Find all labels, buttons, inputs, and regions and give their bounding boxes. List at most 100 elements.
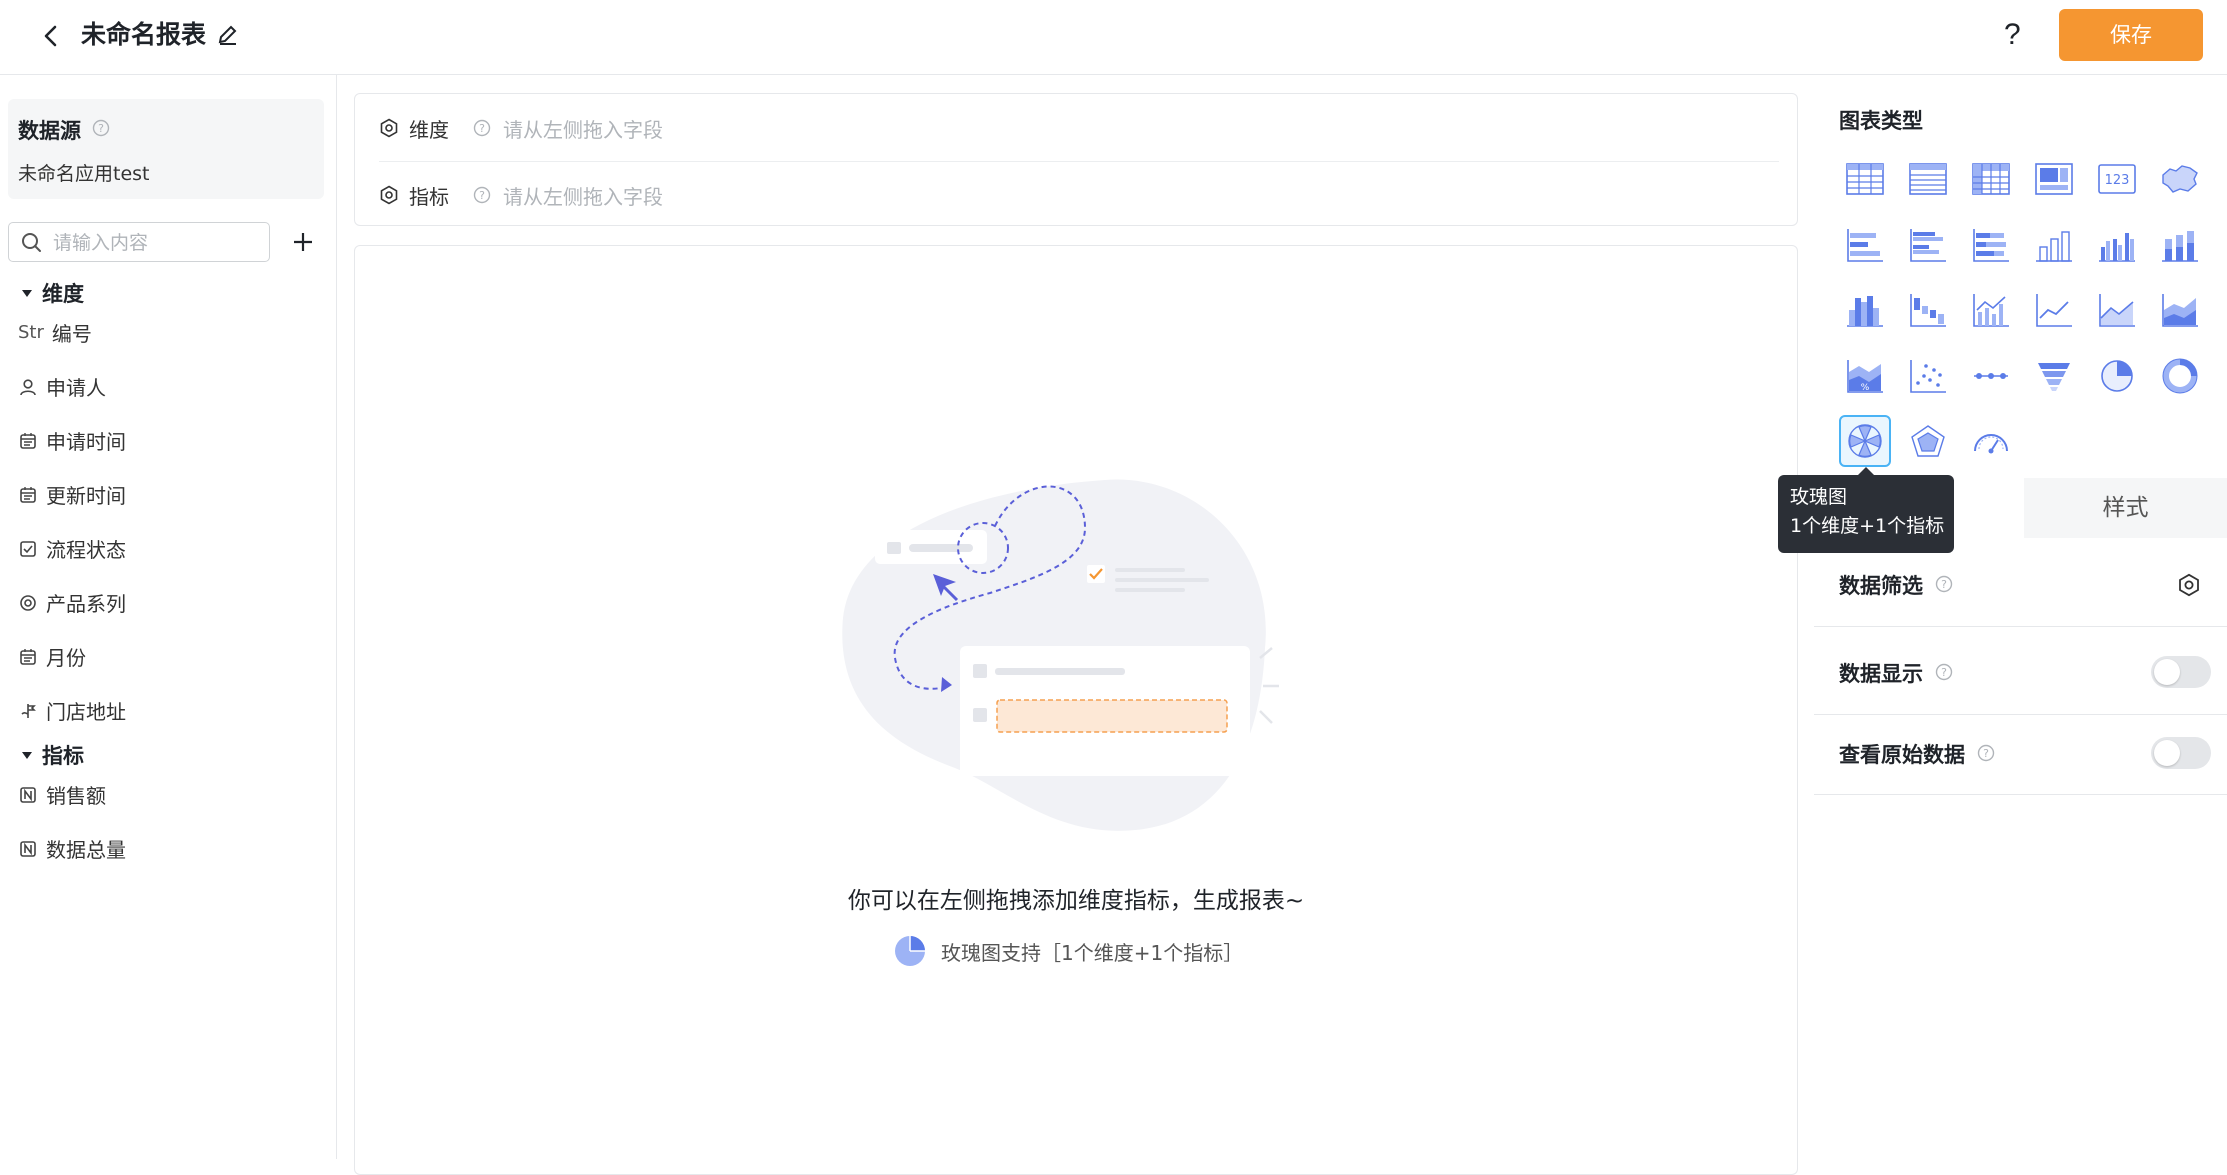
field-search[interactable] bbox=[8, 222, 270, 262]
search-icon bbox=[21, 232, 43, 254]
waterfall-icon[interactable] bbox=[1902, 284, 1954, 336]
toggle-knob bbox=[2154, 659, 2180, 685]
hexagon-settings-icon bbox=[379, 118, 399, 138]
hexagon-settings-icon[interactable] bbox=[2177, 573, 2201, 597]
save-button[interactable]: 保存 bbox=[2059, 9, 2203, 61]
calendar-icon bbox=[18, 431, 38, 451]
radar-chart-icon[interactable] bbox=[1902, 415, 1954, 467]
tab-style[interactable]: 样式 bbox=[2024, 478, 2227, 538]
metric-drop-row[interactable]: 指标 ? 请从左侧拖入字段 bbox=[379, 175, 663, 215]
stacked-bar-icon[interactable] bbox=[1965, 219, 2017, 271]
field-item[interactable]: 销售额 bbox=[18, 780, 106, 809]
dimension-group-header[interactable]: 维度 bbox=[22, 278, 84, 308]
field-item[interactable]: 门店地址 bbox=[18, 696, 126, 725]
field-item[interactable]: 流程状态 bbox=[18, 534, 126, 563]
checkbox-icon bbox=[18, 539, 38, 559]
grouped-bar-icon[interactable] bbox=[1902, 219, 1954, 271]
pie-chart-icon bbox=[893, 934, 927, 968]
scatter-chart-icon[interactable] bbox=[1902, 350, 1954, 402]
field-item[interactable]: 数据总量 bbox=[18, 834, 126, 863]
field-label: 门店地址 bbox=[46, 700, 126, 724]
gauge-chart-icon[interactable] bbox=[1965, 415, 2017, 467]
report-title: 未命名报表 bbox=[81, 20, 207, 49]
percent-area-icon[interactable]: % bbox=[1839, 350, 1891, 402]
card-table-icon[interactable] bbox=[2028, 153, 2080, 205]
svg-text:123: 123 bbox=[2105, 173, 2130, 188]
line-chart-icon[interactable] bbox=[2028, 284, 2080, 336]
funnel-chart-icon[interactable] bbox=[2028, 350, 2080, 402]
data-display-label: 数据显示 bbox=[1839, 662, 1923, 686]
metric-drop-label: 指标 bbox=[409, 184, 449, 209]
edit-pencil-icon[interactable] bbox=[215, 22, 241, 48]
location-icon bbox=[18, 701, 38, 721]
svg-text:?: ? bbox=[479, 189, 485, 202]
donut-chart-icon[interactable] bbox=[2154, 350, 2206, 402]
calendar-icon bbox=[18, 647, 38, 667]
chart-type-title: 图表类型 bbox=[1839, 109, 1923, 133]
chart-support-text: 玫瑰图支持［1个维度+1个指标］ bbox=[941, 940, 1244, 965]
raw-data-row: 查看原始数据 ? bbox=[1814, 714, 2227, 795]
back-arrow-icon[interactable] bbox=[38, 18, 66, 54]
tooltip-title: 玫瑰图 bbox=[1790, 486, 1848, 508]
field-label: 销售额 bbox=[46, 784, 106, 808]
help-circle-icon[interactable]: ? bbox=[1935, 575, 1953, 593]
bar-chart-icon[interactable] bbox=[1839, 219, 1891, 271]
field-item[interactable]: Str 编号 bbox=[18, 318, 92, 347]
help-circle-icon[interactable]: ? bbox=[92, 119, 110, 137]
histogram-icon[interactable] bbox=[1839, 284, 1891, 336]
svg-text:?: ? bbox=[1941, 578, 1947, 591]
help-button[interactable]: ? bbox=[2004, 15, 2021, 55]
pivot-table-icon[interactable] bbox=[1965, 153, 2017, 205]
help-circle-icon[interactable]: ? bbox=[473, 119, 491, 137]
column-chart-icon[interactable] bbox=[2028, 219, 2080, 271]
metric-group-label: 指标 bbox=[42, 744, 84, 768]
add-field-icon[interactable] bbox=[290, 229, 316, 255]
chart-canvas: 你可以在左侧拖拽添加维度指标，生成报表~ 玫瑰图支持［1个维度+1个指标］ bbox=[354, 245, 1798, 1175]
data-display-row: 数据显示 ? bbox=[1814, 626, 2227, 715]
pie-chart-icon[interactable] bbox=[2091, 350, 2143, 402]
data-filter-label: 数据筛选 bbox=[1839, 574, 1923, 598]
dimension-drop-row[interactable]: 维度 ? 请从左侧拖入字段 bbox=[379, 108, 663, 148]
empty-state-illustration bbox=[835, 468, 1295, 848]
stacked-column-icon[interactable] bbox=[2154, 219, 2206, 271]
raw-data-label: 查看原始数据 bbox=[1839, 743, 1965, 767]
top-bar: 未命名报表 ? 保存 bbox=[0, 0, 2227, 75]
stacked-area-icon[interactable] bbox=[2154, 284, 2206, 336]
help-circle-icon[interactable]: ? bbox=[1977, 744, 1995, 762]
help-circle-icon[interactable]: ? bbox=[473, 186, 491, 204]
field-label: 产品系列 bbox=[46, 592, 126, 616]
search-input[interactable] bbox=[51, 229, 265, 257]
string-type-icon: Str bbox=[18, 322, 44, 343]
field-label: 更新时间 bbox=[46, 484, 126, 508]
toggle-knob bbox=[2154, 740, 2180, 766]
field-item[interactable]: 月份 bbox=[18, 642, 86, 671]
field-item[interactable]: 申请时间 bbox=[18, 426, 126, 455]
tooltip-arrow bbox=[1858, 467, 1874, 475]
metric-group-header[interactable]: 指标 bbox=[22, 740, 84, 770]
dimension-drop-placeholder: 请从左侧拖入字段 bbox=[503, 117, 663, 142]
line-column-icon[interactable] bbox=[1965, 284, 2017, 336]
field-item[interactable]: 更新时间 bbox=[18, 480, 126, 509]
help-circle-icon[interactable]: ? bbox=[1935, 663, 1953, 681]
datasource-title: 数据源 bbox=[18, 119, 81, 143]
field-item[interactable]: 产品系列 bbox=[18, 588, 126, 617]
datasource-card[interactable]: 数据源 ? 未命名应用test bbox=[8, 99, 324, 199]
detail-table-icon[interactable] bbox=[1902, 153, 1954, 205]
raw-data-toggle[interactable] bbox=[2151, 737, 2211, 769]
field-label: 申请人 bbox=[46, 376, 106, 400]
tooltip-description: 1个维度+1个指标 bbox=[1790, 515, 1945, 537]
svg-text:?: ? bbox=[479, 122, 485, 135]
area-chart-icon[interactable] bbox=[2091, 284, 2143, 336]
number-card-icon[interactable]: 123 bbox=[2091, 153, 2143, 205]
rose-chart-icon[interactable] bbox=[1839, 415, 1891, 467]
grouped-column-icon[interactable] bbox=[2091, 219, 2143, 271]
dot-line-icon[interactable] bbox=[1965, 350, 2017, 402]
field-label: 月份 bbox=[46, 646, 86, 670]
data-display-toggle[interactable] bbox=[2151, 656, 2211, 688]
map-chart-icon[interactable] bbox=[2154, 153, 2206, 205]
basic-table-icon[interactable] bbox=[1839, 153, 1891, 205]
field-sidebar: 数据源 ? 未命名应用test 维度 Str 编号 申请人 申请时间 更新时间 … bbox=[0, 75, 337, 1159]
field-item[interactable]: 申请人 bbox=[18, 372, 106, 401]
svg-text:?: ? bbox=[1941, 666, 1947, 679]
metric-drop-placeholder: 请从左侧拖入字段 bbox=[503, 184, 663, 209]
